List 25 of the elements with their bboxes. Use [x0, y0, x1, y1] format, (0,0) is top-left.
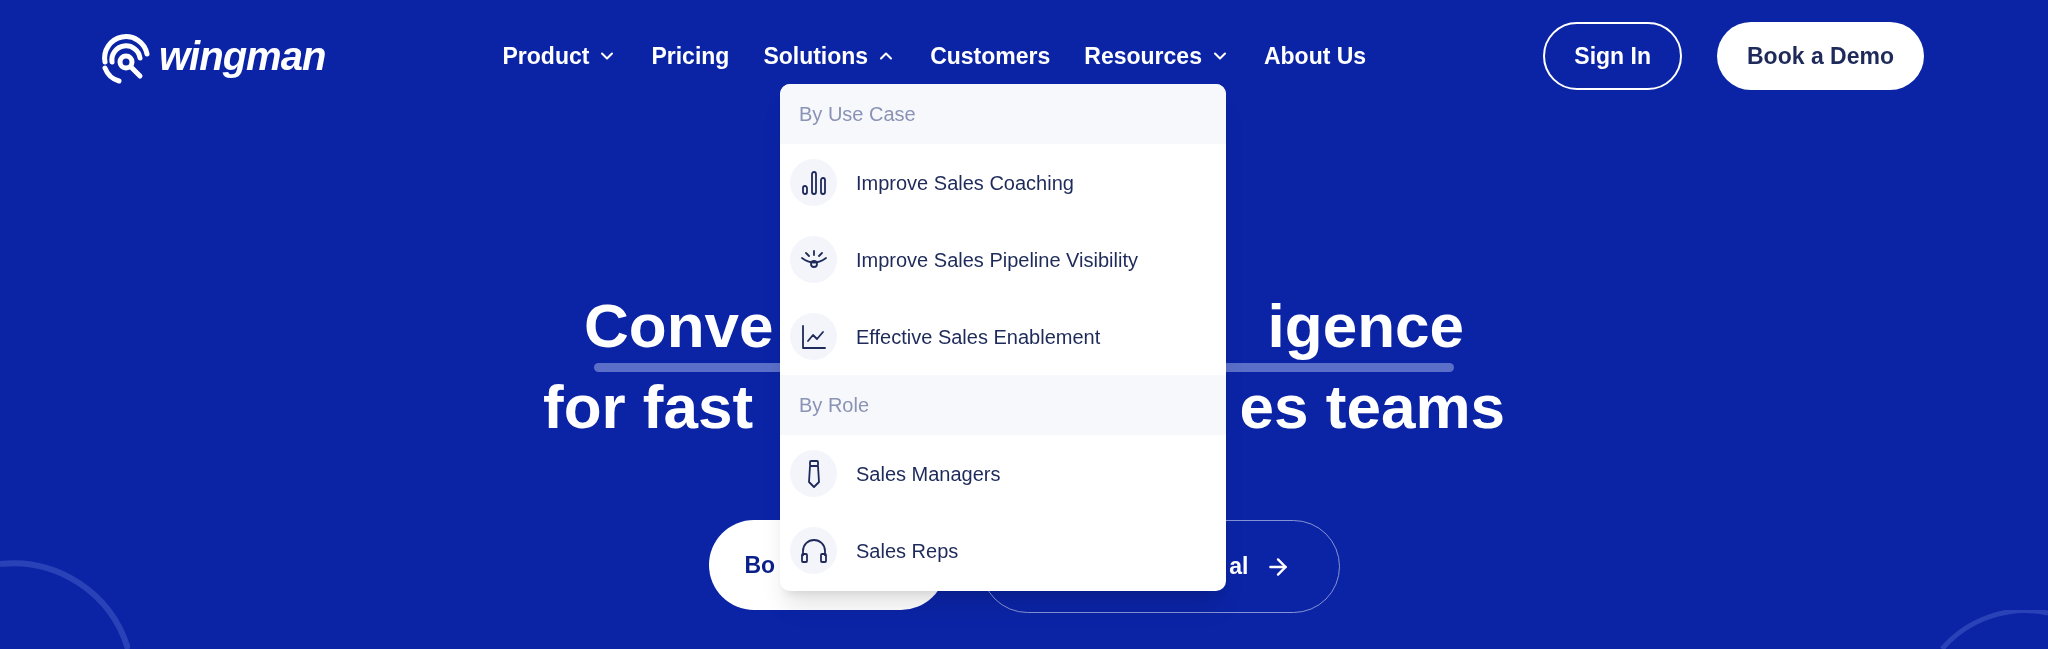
- menu-item[interactable]: Sales Reps: [780, 512, 1226, 589]
- eye-icon: [799, 248, 828, 271]
- nav-link[interactable]: Resources: [1084, 38, 1230, 74]
- section-header: By Role: [780, 375, 1226, 435]
- headline-fragment: es teams: [1239, 371, 1505, 443]
- logo-wordmark: wingman: [159, 33, 326, 80]
- menu-item[interactable]: Sales Managers: [780, 435, 1226, 512]
- line-chart-icon: [800, 323, 827, 350]
- nav-link[interactable]: Pricing: [651, 38, 730, 74]
- menu-item[interactable]: Improve Sales Coaching: [780, 144, 1226, 221]
- bar-chart-icon: [801, 169, 826, 196]
- menu-item[interactable]: Effective Sales Enablement: [780, 298, 1226, 375]
- nav-link[interactable]: Solutions: [763, 38, 897, 74]
- menu-item[interactable]: Improve Sales Pipeline Visibility: [780, 221, 1226, 298]
- headline-fragment: Conve: [584, 290, 774, 362]
- nav-link[interactable]: About Us: [1263, 38, 1367, 74]
- nav-link[interactable]: Customers: [930, 38, 1051, 74]
- section-header: By Use Case: [780, 84, 1226, 144]
- book-demo-button[interactable]: Book a Demo: [1717, 22, 1924, 90]
- headline-fragment: igence: [1267, 290, 1464, 362]
- sign-in-button[interactable]: Sign In: [1543, 22, 1682, 90]
- nav-link[interactable]: Product: [502, 38, 618, 74]
- tie-icon: [805, 459, 822, 488]
- headline-fragment: for fast: [543, 371, 754, 443]
- headphones-icon: [799, 537, 828, 564]
